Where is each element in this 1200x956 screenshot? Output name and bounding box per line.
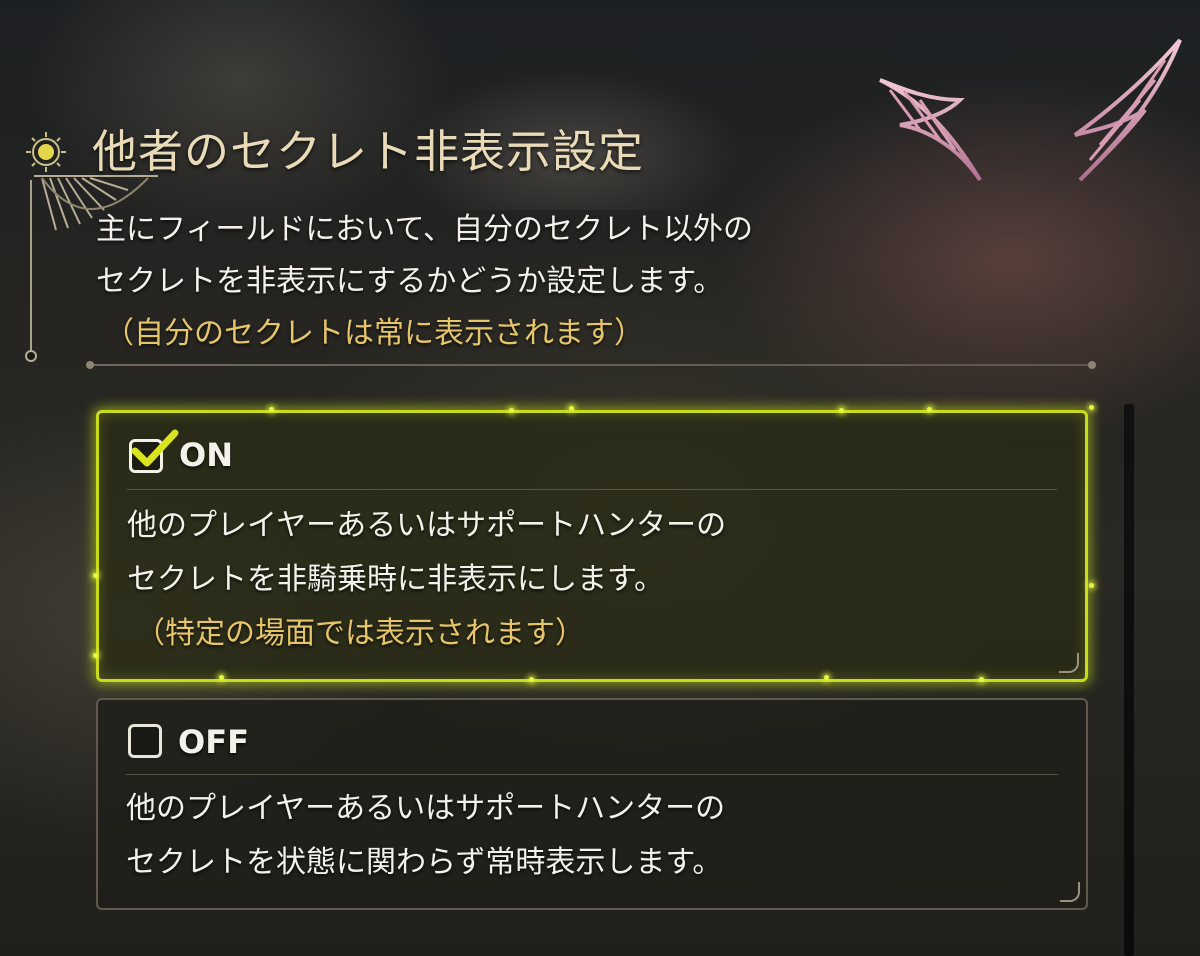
corner-ornament xyxy=(1060,882,1080,902)
header-divider xyxy=(88,364,1094,366)
glow-spark xyxy=(219,675,224,680)
option-off-label: OFF xyxy=(178,723,249,761)
option-on-line-2: セクレトを非騎乗時に非表示にします。 xyxy=(127,562,664,597)
scrollbar-thumb[interactable] xyxy=(1125,404,1133,956)
description-note: （自分のセクレトは常に表示されます） xyxy=(104,316,644,351)
frame-dot xyxy=(25,350,37,362)
option-off-checkbox[interactable] xyxy=(128,724,162,758)
glow-spark xyxy=(927,407,932,412)
option-off-description: 他のプレイヤーあるいはサポートハンターの セクレトを状態に関わらず常時表示します… xyxy=(126,782,725,890)
option-off-line-2: セクレトを状態に関わらず常時表示します。 xyxy=(126,845,723,880)
glow-spark xyxy=(569,406,574,411)
checkmark-icon xyxy=(131,429,179,467)
glow-spark xyxy=(509,408,514,413)
corner-ornament xyxy=(1059,653,1079,673)
glow-spark xyxy=(824,675,829,680)
option-separator xyxy=(126,774,1058,775)
option-off[interactable]: OFF 他のプレイヤーあるいはサポートハンターの セクレトを状態に関わらず常時表… xyxy=(96,698,1088,910)
description-line-1: 主にフィールドにおいて、自分のセクレト以外の xyxy=(96,212,753,247)
divider-dot xyxy=(86,361,94,369)
option-on-description: 他のプレイヤーあるいはサポートハンターの セクレトを非騎乗時に非表示にします。 … xyxy=(127,499,726,661)
divider-dot xyxy=(1088,361,1096,369)
option-on-line-1: 他のプレイヤーあるいはサポートハンターの xyxy=(127,508,727,543)
option-on-note: （特定の場面では表示されます） xyxy=(135,616,585,651)
option-separator xyxy=(127,489,1057,490)
page-title: 他者のセクレト非表示設定 xyxy=(92,125,645,178)
description-line-2: セクレトを非表示にするかどうか設定します。 xyxy=(96,264,724,299)
glow-spark xyxy=(269,407,274,412)
option-on-label: ON xyxy=(179,436,233,474)
option-off-line-1: 他のプレイヤーあるいはサポートハンターの xyxy=(126,791,726,826)
glow-spark xyxy=(1089,405,1094,410)
option-on[interactable]: ON 他のプレイヤーあるいはサポートハンターの セクレトを非騎乗時に非表示にしま… xyxy=(93,405,1094,682)
glow-spark xyxy=(529,677,534,682)
glow-spark xyxy=(1089,583,1094,588)
glow-spark xyxy=(839,408,844,413)
glow-spark xyxy=(979,677,984,682)
glow-spark xyxy=(93,573,98,578)
glow-spark xyxy=(93,653,98,658)
settings-description: 主にフィールドにおいて、自分のセクレト以外の セクレトを非表示にするかどうか設定… xyxy=(96,204,753,360)
seikret-wings-icon xyxy=(879,38,1182,182)
